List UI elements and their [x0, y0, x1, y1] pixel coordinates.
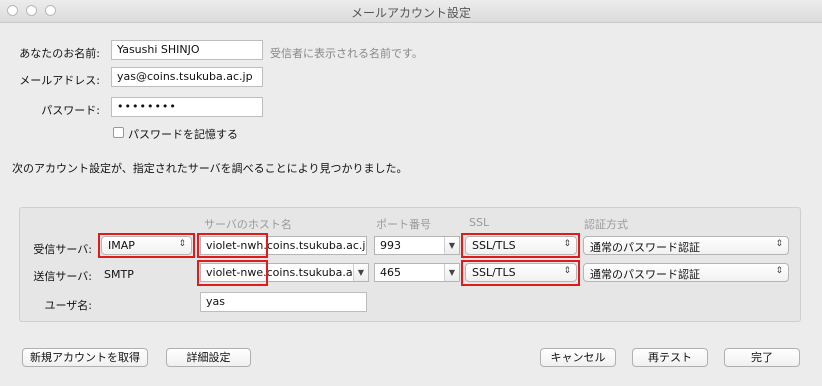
account-settings-window: メールアカウント設定 あなたのお名前: Yasushi SHINJO 受信者に表… — [0, 0, 822, 386]
username-field[interactable]: yas — [200, 292, 367, 312]
email-field[interactable]: yas@coins.tsukuba.ac.jp — [111, 67, 263, 87]
chevron-down-icon[interactable]: ▼ — [444, 237, 459, 254]
cancel-button[interactable]: キャンセル — [540, 348, 616, 367]
up-down-arrows-icon: ⇕ — [775, 266, 783, 276]
incoming-ssl-value: SSL/TLS — [472, 239, 516, 252]
column-header-auth: 認証方式 — [584, 218, 628, 231]
done-button[interactable]: 完了 — [724, 348, 800, 367]
password-label: パスワード: — [41, 104, 100, 117]
advanced-settings-button[interactable]: 詳細設定 — [166, 348, 251, 367]
outgoing-server-label: 送信サーバ: — [33, 270, 92, 283]
column-header-port: ポート番号 — [376, 218, 431, 231]
chevron-down-icon[interactable]: ▼ — [444, 264, 459, 281]
outgoing-auth-select[interactable]: 通常のパスワード認証 ⇕ — [583, 263, 789, 282]
incoming-protocol-select[interactable]: IMAP ⇕ — [101, 236, 192, 255]
name-label: あなたのお名前: — [19, 47, 100, 60]
username-label: ユーザ名: — [44, 299, 93, 312]
password-field[interactable]: •••••••• — [111, 97, 263, 117]
window-title: メールアカウント設定 — [350, 6, 471, 20]
retest-button[interactable]: 再テスト — [632, 348, 708, 367]
chevron-down-icon[interactable]: ▼ — [353, 264, 368, 281]
name-hint: 受信者に表示される名前です。 — [270, 47, 423, 60]
incoming-port-value: 993 — [380, 239, 401, 252]
title-bar: メールアカウント設定 — [0, 0, 822, 23]
email-label: メールアドレス: — [19, 74, 100, 87]
status-message: 次のアカウント設定が、指定されたサーバを調べることにより見つかりました。 — [12, 162, 408, 175]
name-field[interactable]: Yasushi SHINJO — [111, 40, 263, 60]
outgoing-protocol-label: SMTP — [104, 268, 134, 281]
incoming-auth-value: 通常のパスワード認証 — [590, 241, 700, 254]
up-down-arrows-icon: ⇕ — [775, 239, 783, 249]
incoming-ssl-select[interactable]: SSL/TLS ⇕ — [465, 236, 577, 255]
column-header-host: サーバのホスト名 — [204, 218, 292, 231]
outgoing-host-combo[interactable]: violet-nwe.coins.tsukuba.ac.jp ▼ — [200, 263, 369, 282]
incoming-host-value: violet-nwh.coins.tsukuba.ac.jp — [206, 239, 367, 252]
column-header-ssl: SSL — [469, 216, 490, 229]
remember-password-label: パスワードを記憶する — [128, 128, 238, 141]
new-account-button[interactable]: 新規アカウントを取得 — [22, 348, 148, 367]
outgoing-auth-value: 通常のパスワード認証 — [590, 268, 700, 281]
up-down-arrows-icon: ⇕ — [563, 266, 571, 276]
incoming-auth-select[interactable]: 通常のパスワード認証 ⇕ — [583, 236, 789, 255]
outgoing-port-value: 465 — [380, 266, 401, 279]
outgoing-port-combo[interactable]: 465 ▼ — [374, 263, 460, 282]
outgoing-ssl-select[interactable]: SSL/TLS ⇕ — [465, 263, 577, 282]
incoming-server-label: 受信サーバ: — [33, 243, 92, 256]
incoming-host-field[interactable]: violet-nwh.coins.tsukuba.ac.jp — [200, 236, 367, 255]
outgoing-ssl-value: SSL/TLS — [472, 266, 516, 279]
up-down-arrows-icon: ⇕ — [563, 239, 571, 249]
up-down-arrows-icon: ⇕ — [178, 239, 186, 249]
remember-password-checkbox[interactable] — [113, 127, 124, 138]
incoming-protocol-value: IMAP — [108, 239, 135, 252]
outgoing-host-value: violet-nwe.coins.tsukuba.ac.jp — [206, 266, 369, 279]
incoming-port-combo[interactable]: 993 ▼ — [374, 236, 460, 255]
